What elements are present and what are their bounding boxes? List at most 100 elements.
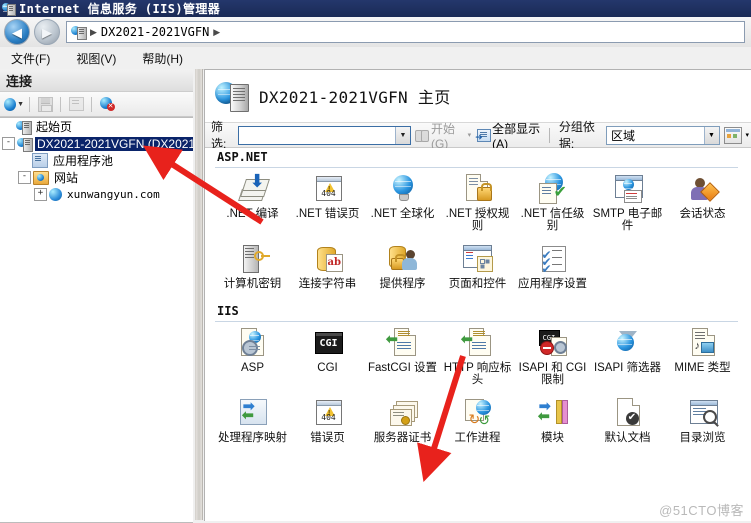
feature-label: 默认文档	[604, 432, 651, 444]
tree-item-application-pools[interactable]: 应用程序池	[0, 152, 193, 169]
menu-view[interactable]: 视图(V)	[73, 48, 119, 69]
feature-net-authorization-rules[interactable]: .NET 授权规则	[440, 168, 515, 232]
feature-net-error-pages[interactable]: 404 .NET 错误页	[290, 168, 365, 232]
expander-icon[interactable]: -	[2, 137, 15, 150]
net-compilation-icon: ⬇	[236, 172, 270, 205]
page-title: DX2021-2021VGFN 主页	[259, 88, 451, 107]
feature-worker-processes[interactable]: ↻ ↺ 工作进程	[440, 392, 515, 444]
view-mode-icon[interactable]	[723, 126, 742, 144]
directory-browsing-icon	[686, 397, 720, 429]
feature-label: ISAPI 和 CGI 限制	[518, 362, 587, 386]
mime-types-icon: ♪	[686, 327, 720, 359]
handler-mappings-icon: ➡ ⬅	[236, 397, 270, 429]
feature-modules[interactable]: ➡ ⬅ 模块	[515, 392, 590, 444]
filter-input[interactable]: ▼	[237, 125, 411, 145]
menu-file[interactable]: 文件(F)	[8, 48, 53, 69]
back-button[interactable]: ◀	[4, 19, 30, 45]
group-by-select[interactable]: 区域 ▼	[606, 125, 720, 145]
go-label: 开始(G)	[430, 121, 455, 151]
edit-connection-icon[interactable]	[66, 94, 86, 114]
feature-label: 错误页	[310, 432, 345, 444]
http-response-headers-icon: ⬅	[461, 327, 495, 359]
breadcrumb[interactable]: ▶ DX2021-2021VGFN ▶	[66, 21, 745, 43]
forward-button[interactable]: ▶	[34, 19, 60, 45]
tree-item-start-page[interactable]: 起始页	[0, 118, 193, 135]
tree-item-label: 应用程序池	[53, 154, 114, 168]
feature-error-pages[interactable]: 404 错误页	[290, 392, 365, 444]
menu-help[interactable]: 帮助(H)	[139, 48, 186, 69]
go-dropdown-icon[interactable]: ▾	[468, 131, 472, 139]
feature-server-certificates[interactable]: 服务器证书	[365, 392, 440, 444]
group-by-label: 分组依据:	[558, 120, 595, 151]
feature-view-panel: DX2021-2021VGFN 主页 筛选: ▼ 开始(G) ▾ ➜ 全部显示(…	[204, 69, 751, 521]
feature-application-settings[interactable]: ✔ ✔ ✔ 应用程序设置	[515, 238, 590, 290]
go-button[interactable]: 开始(G) ▾	[414, 120, 472, 151]
connections-tree[interactable]: 起始页 - DX2021-2021VGFN (DX2021-20 应用程序池 -…	[0, 117, 193, 523]
show-all-label: 全部显示(A)	[492, 121, 541, 151]
start-page-icon	[16, 120, 32, 135]
providers-icon	[386, 243, 420, 275]
feature-label: HTTP 响应标头	[443, 362, 512, 386]
feature-mime-types[interactable]: ♪ MIME 类型	[665, 322, 740, 386]
tree-item-website[interactable]: + xunwangyun.com	[0, 186, 193, 203]
website-icon	[49, 188, 62, 201]
feature-providers[interactable]: 提供程序	[365, 238, 440, 290]
feature-toolbar: 筛选: ▼ 开始(G) ▾ ➜ 全部显示(A) 分组依据: 区域 ▼ ▾	[205, 120, 751, 151]
application-settings-icon: ✔ ✔ ✔	[536, 243, 570, 276]
view-mode-dropdown-icon[interactable]: ▾	[746, 131, 750, 139]
feature-net-compilation[interactable]: ⬇ .NET 编译	[215, 168, 290, 232]
feature-isapi-filters[interactable]: ISAPI 筛选器	[590, 322, 665, 386]
feature-isapi-cgi-restrictions[interactable]: CGI ISAPI 和 CGI 限制	[515, 322, 590, 386]
panel-splitter[interactable]	[193, 69, 203, 520]
feature-pages-and-controls[interactable]: 页面和控件	[440, 238, 515, 290]
feature-smtp-email[interactable]: SMTP 电子邮件	[590, 168, 665, 232]
aspnet-row-1: ⬇ .NET 编译 404 .NET 错误页 .NET 全球化	[205, 168, 751, 232]
breadcrumb-path[interactable]: DX2021-2021VGFN	[101, 25, 209, 39]
feature-handler-mappings[interactable]: ➡ ⬅ 处理程序映射	[215, 392, 290, 444]
net-globalization-icon	[386, 173, 420, 205]
default-document-icon: ✔	[611, 397, 645, 429]
filter-text-field[interactable]	[238, 126, 395, 144]
feature-cgi[interactable]: CGI CGI	[290, 322, 365, 386]
tree-item-sites[interactable]: - 网站	[0, 169, 193, 186]
feature-fastcgi-settings[interactable]: ⬅ FastCGI 设置	[365, 322, 440, 386]
tree-item-server[interactable]: - DX2021-2021VGFN (DX2021-20	[0, 135, 193, 152]
feature-label: CGI	[317, 362, 338, 374]
expander-icon[interactable]: +	[34, 188, 47, 201]
tree-item-label: xunwangyun.com	[67, 188, 160, 201]
connections-header: 连接	[0, 69, 193, 92]
net-trust-levels-icon: ✔	[536, 173, 570, 205]
feature-label: SMTP 电子邮件	[592, 208, 663, 232]
feature-label: .NET 错误页	[295, 208, 360, 220]
feature-asp[interactable]: ASP	[215, 322, 290, 386]
sites-folder-icon	[33, 170, 49, 185]
server-globe-icon	[71, 25, 87, 40]
feature-net-trust-levels[interactable]: ✔ .NET 信任级别	[515, 168, 590, 232]
feature-connection-strings[interactable]: ab 连接字符串	[290, 238, 365, 290]
pages-and-controls-icon	[461, 243, 495, 275]
window-title: Internet 信息服务 (IIS)管理器	[19, 2, 221, 16]
remove-connection-icon[interactable]: ✕	[97, 94, 117, 114]
connect-to-icon[interactable]: ▼	[4, 94, 24, 114]
group-by-dropdown-icon[interactable]: ▼	[703, 126, 719, 144]
feature-default-document[interactable]: ✔ 默认文档	[590, 392, 665, 444]
group-by-value: 区域	[611, 128, 636, 143]
asp-icon	[236, 327, 270, 359]
toolbar-separator	[60, 96, 61, 112]
filter-dropdown-icon[interactable]: ▼	[394, 126, 410, 144]
feature-session-state[interactable]: 会话状态	[665, 168, 740, 232]
feature-net-globalization[interactable]: .NET 全球化	[365, 168, 440, 232]
menu-bar: 文件(F) 视图(V) 帮助(H)	[0, 47, 751, 70]
feature-label: .NET 信任级别	[520, 208, 585, 232]
breadcrumb-trailing-separator-icon[interactable]: ▶	[213, 27, 220, 38]
address-bar: ◀ ▶ ▶ DX2021-2021VGFN ▶	[0, 17, 751, 48]
feature-directory-browsing[interactable]: 目录浏览	[665, 392, 740, 444]
expander-icon[interactable]: -	[18, 171, 31, 184]
save-connection-icon[interactable]	[35, 94, 55, 114]
show-all-button[interactable]: ➜ 全部显示(A)	[475, 120, 543, 151]
feature-http-response-headers[interactable]: ⬅ HTTP 响应标头	[440, 322, 515, 386]
toolbar-separator	[91, 96, 92, 112]
show-all-icon: ➜	[475, 128, 492, 142]
tree-item-label: 起始页	[36, 120, 73, 134]
feature-machine-key[interactable]: 计算机密钥	[215, 238, 290, 290]
